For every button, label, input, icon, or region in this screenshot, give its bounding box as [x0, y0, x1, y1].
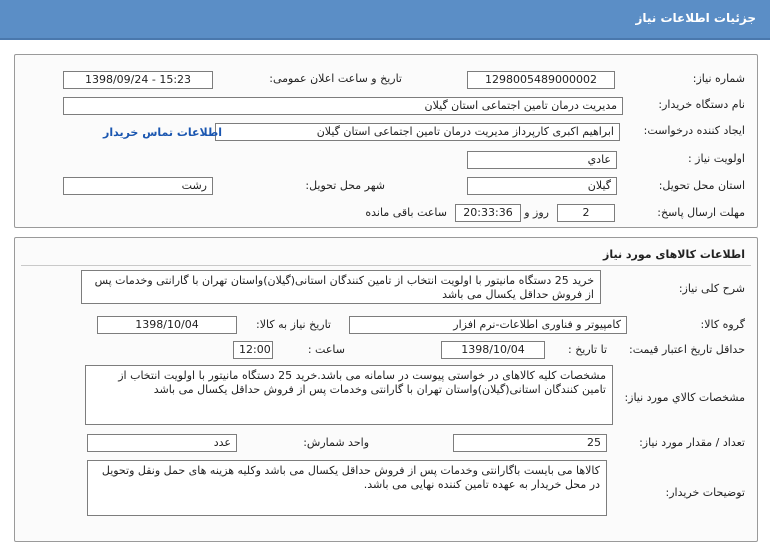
announce-date-field: 1398/09/24 - 15:23	[63, 71, 213, 89]
section-divider	[21, 265, 751, 266]
hour-label: ساعت :	[307, 343, 345, 356]
priority-field: عادي	[467, 151, 617, 169]
request-creator-field: ابراهیم اکبری کارپرداز مدیریت درمان تامی…	[215, 123, 620, 141]
unit-label: واحد شمارش:	[303, 436, 369, 449]
goods-specs-label: مشخصات کالاي مورد نیاز:	[624, 391, 745, 404]
goods-group-field: کامپیوتر و فناوری اطلاعات-نرم افزار	[349, 316, 627, 334]
goods-group-label: گروه کالا:	[700, 318, 745, 331]
remaining-time-label: ساعت باقی مانده	[365, 206, 447, 219]
delivery-city-field: رشت	[63, 177, 213, 195]
quantity-label: تعداد / مقدار مورد نیاز:	[639, 436, 745, 449]
until-date-label: تا تاریخ :	[568, 343, 607, 356]
announce-date-label: تاریخ و ساعت اعلان عمومی:	[269, 72, 402, 85]
delivery-province-field: گیلان	[467, 177, 617, 195]
hour-field: 12:00	[233, 341, 273, 359]
summary-label: شرح کلی نیاز:	[678, 282, 745, 295]
request-creator-label: ایجاد کننده درخواست:	[643, 124, 745, 137]
page-title: جزئیات اطلاعات نیاز	[635, 11, 756, 25]
deadline-days-field: 2	[557, 204, 615, 222]
min-price-validity-label: حداقل تاریخ اعتبار قیمت:	[629, 343, 745, 356]
need-date-field: 1398/10/04	[97, 316, 237, 334]
need-date-label: تاریخ نیاز به کالا:	[256, 318, 331, 331]
response-deadline-label: مهلت ارسال پاسخ:	[657, 206, 745, 219]
deadline-time-field: 20:33:36	[455, 204, 521, 222]
need-number-label: شماره نیاز:	[692, 72, 745, 85]
priority-label: اولویت نیاز :	[687, 152, 745, 165]
summary-box: خرید 25 دستگاه مانیتور با اولویت انتخاب …	[81, 270, 601, 304]
until-date-field: 1398/10/04	[441, 341, 545, 359]
goods-info-panel: اطلاعات کالاهای مورد نیاز شرح کلی نیاز: …	[14, 237, 758, 542]
days-and-label: روز و	[524, 206, 549, 219]
buyer-notes-label: توضیحات خریدار:	[665, 486, 746, 499]
delivery-province-label: استان محل تحویل:	[658, 179, 745, 192]
page-header: جزئیات اطلاعات نیاز	[0, 0, 770, 40]
unit-field: عدد	[87, 434, 237, 452]
buyer-org-field: مدیریت درمان تامین اجتماعی استان گیلان	[63, 97, 623, 115]
buyer-notes-box: کالاها می بایست باگارانتی وخدمات پس از ف…	[87, 460, 607, 516]
need-number-field: 1298005489000002	[467, 71, 615, 89]
need-info-panel: شماره نیاز: 1298005489000002 تاریخ و ساع…	[14, 54, 758, 228]
buyer-org-label: نام دستگاه خریدار:	[658, 98, 745, 111]
quantity-field: 25	[453, 434, 607, 452]
goods-specs-box: مشخصات کلیه کالاهای در خواستی پیوست در س…	[85, 365, 613, 425]
buyer-contact-link[interactable]: اطلاعات تماس خریدار	[103, 126, 222, 139]
delivery-city-label: شهر محل تحویل:	[305, 179, 385, 192]
goods-section-title: اطلاعات کالاهای مورد نیاز	[603, 248, 745, 261]
